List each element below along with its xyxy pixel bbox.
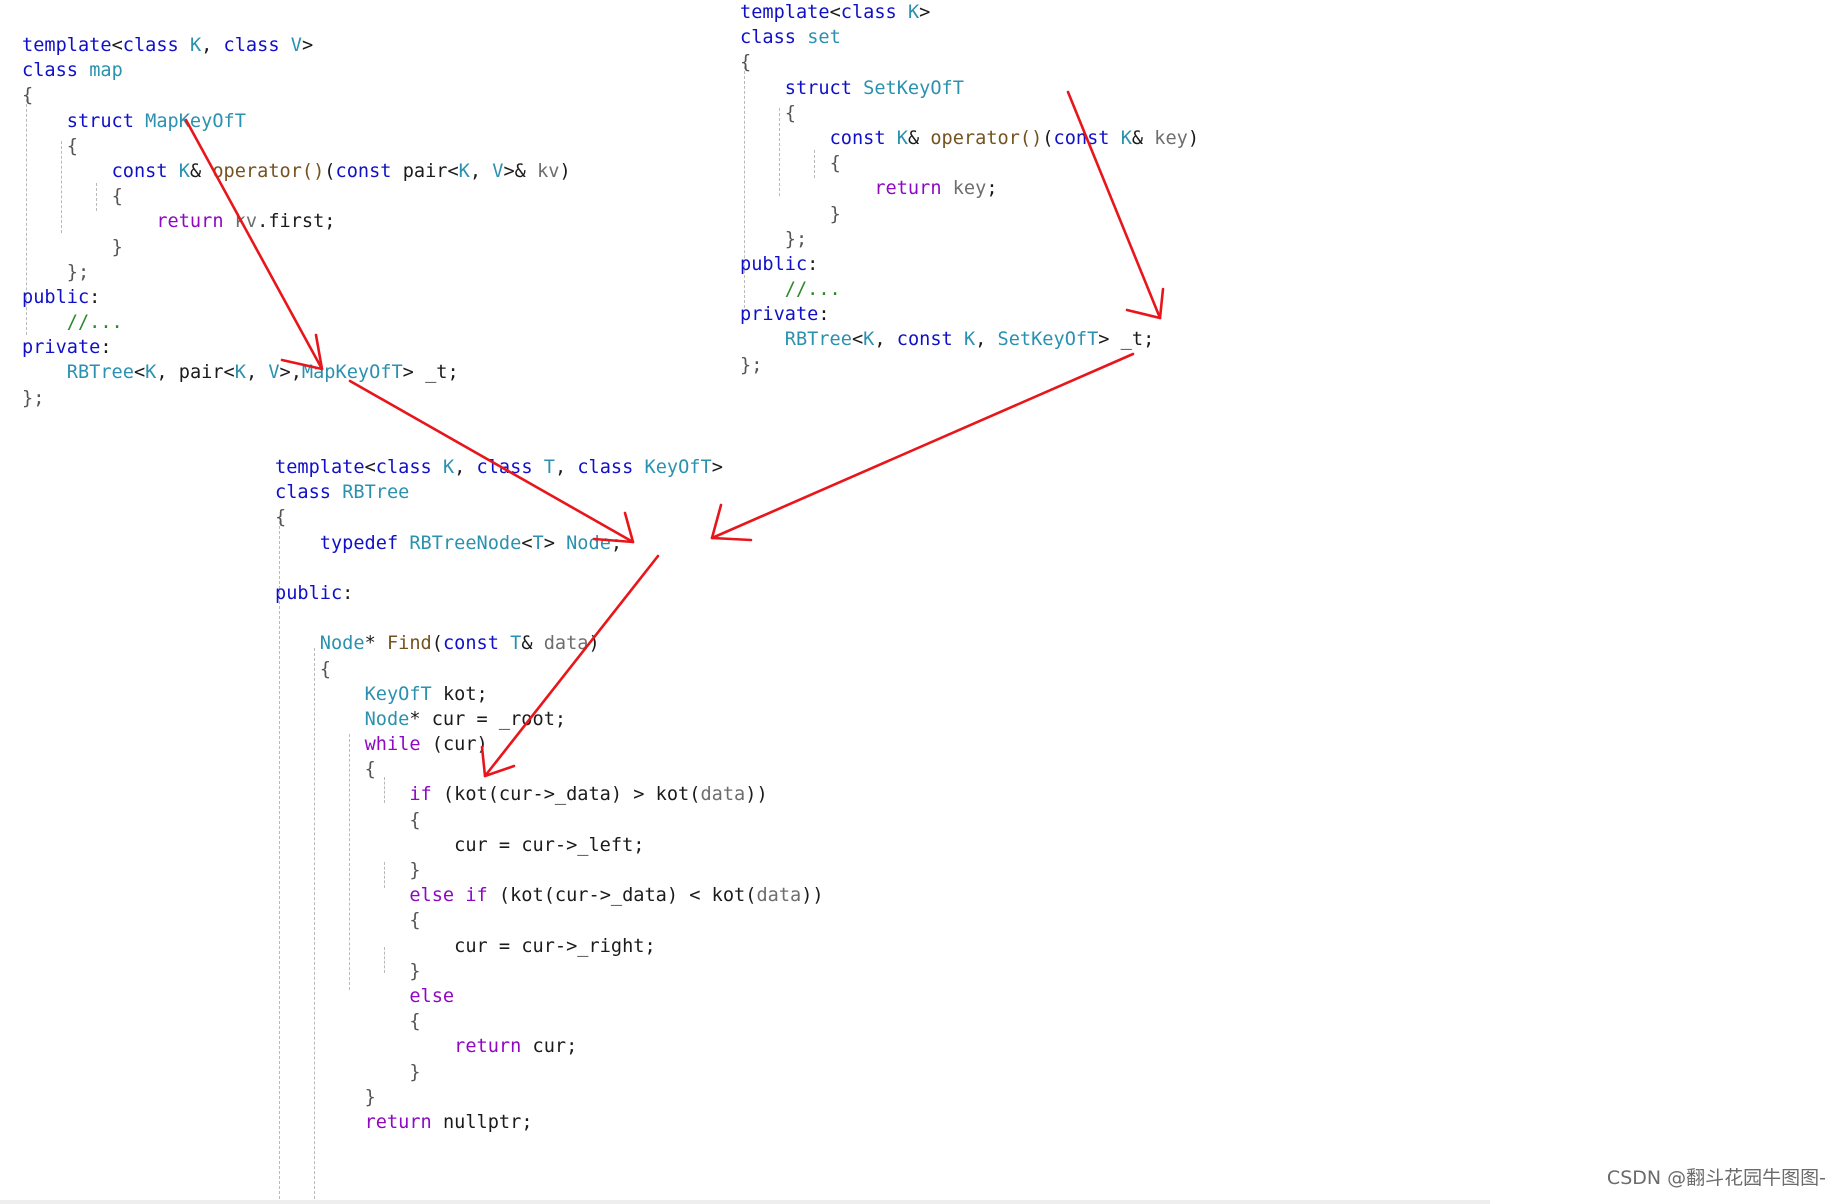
arrow-rbtree-arg-to-keyoft-param — [348, 379, 635, 544]
annotation-arrows — [184, 90, 1165, 778]
arrow-mapkeyoft-to-rbtree-arg — [184, 118, 324, 371]
csdn-watermark: CSDN @翻斗花园牛图图- — [1606, 1167, 1826, 1189]
arrow-setkeyoft-to-rbtree-arg — [1066, 90, 1165, 320]
arrow-keyoft-param-to-kot-variable — [480, 554, 660, 778]
bottom-edge-strip — [0, 1200, 1490, 1204]
diagram-canvas: template<class K, class V> class map{ str… — [0, 0, 1842, 1204]
arrow-set-rbtree-arg-to-keyoft-param — [710, 352, 1135, 542]
